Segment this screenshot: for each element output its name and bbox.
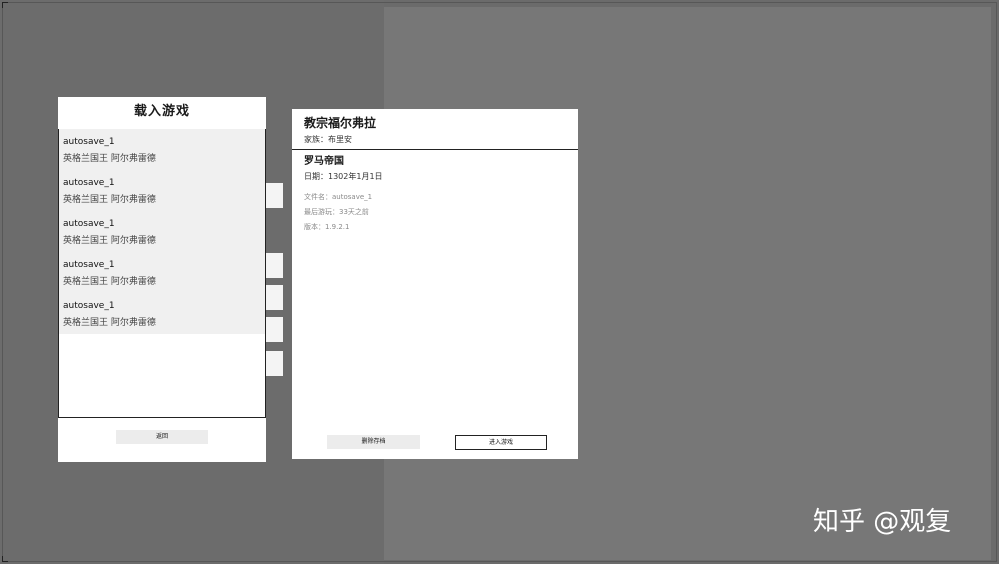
save-name: autosave_1 xyxy=(63,178,115,188)
dynasty-label: 家族：布里安 xyxy=(304,135,352,144)
load-game-title: 载入游戏 xyxy=(133,104,190,119)
save-items: autosave_1 英格兰国王 阿尔弗雷德 autosave_1 英格兰国王 … xyxy=(59,129,265,334)
last-played: 最后游玩：33天之前 xyxy=(304,208,369,216)
detail-body: 罗马帝国 日期：1302年1月1日 文件名：autosave_1 最后游玩：33… xyxy=(292,150,578,235)
side-tab[interactable] xyxy=(266,317,283,342)
realm-name: 罗马帝国 xyxy=(304,156,344,167)
watermark: 知乎 @观复 xyxy=(813,507,952,537)
frame-corner-top-left xyxy=(2,2,8,8)
save-name: autosave_1 xyxy=(63,219,115,229)
back-button[interactable]: 返回 xyxy=(116,430,208,444)
save-subtitle: 英格兰国王 阿尔弗雷德 xyxy=(63,236,156,246)
detail-header: 教宗福尔弗拉 家族：布里安 xyxy=(292,109,578,150)
save-name: autosave_1 xyxy=(63,260,115,270)
save-list-item[interactable]: autosave_1 英格兰国王 阿尔弗雷德 xyxy=(59,129,265,170)
save-list-item[interactable]: autosave_1 英格兰国王 阿尔弗雷德 xyxy=(59,170,265,211)
delete-save-button[interactable]: 删除存档 xyxy=(327,435,420,449)
save-name: autosave_1 xyxy=(63,301,115,311)
save-list[interactable]: autosave_1 英格兰国王 阿尔弗雷德 autosave_1 英格兰国王 … xyxy=(58,129,266,418)
game-version: 版本：1.9.2.1 xyxy=(304,223,350,231)
save-list-item[interactable]: autosave_1 英格兰国王 阿尔弗雷德 xyxy=(59,252,265,293)
game-date: 日期：1302年1月1日 xyxy=(304,172,383,181)
save-subtitle: 英格兰国王 阿尔弗雷德 xyxy=(63,318,156,328)
save-detail-panel: 教宗福尔弗拉 家族：布里安 罗马帝国 日期：1302年1月1日 文件名：auto… xyxy=(292,109,578,459)
side-tab[interactable] xyxy=(266,285,283,310)
frame-corner-bottom-left xyxy=(2,556,8,562)
save-subtitle: 英格兰国王 阿尔弗雷德 xyxy=(63,277,156,287)
load-game-panel: 载入游戏 autosave_1 英格兰国王 阿尔弗雷德 autosave_1 英… xyxy=(58,97,266,462)
ruler-name: 教宗福尔弗拉 xyxy=(304,116,377,130)
side-tab[interactable] xyxy=(266,183,283,208)
save-subtitle: 英格兰国王 阿尔弗雷德 xyxy=(63,154,156,164)
file-name: 文件名：autosave_1 xyxy=(304,193,373,201)
side-tab[interactable] xyxy=(266,351,283,376)
save-list-item[interactable]: autosave_1 英格兰国王 阿尔弗雷德 xyxy=(59,211,265,252)
save-name: autosave_1 xyxy=(63,137,115,147)
save-subtitle: 英格兰国王 阿尔弗雷德 xyxy=(63,195,156,205)
save-list-item[interactable]: autosave_1 英格兰国王 阿尔弗雷德 xyxy=(59,293,265,334)
enter-game-button[interactable]: 进入游戏 xyxy=(455,435,547,450)
side-tab[interactable] xyxy=(266,253,283,278)
